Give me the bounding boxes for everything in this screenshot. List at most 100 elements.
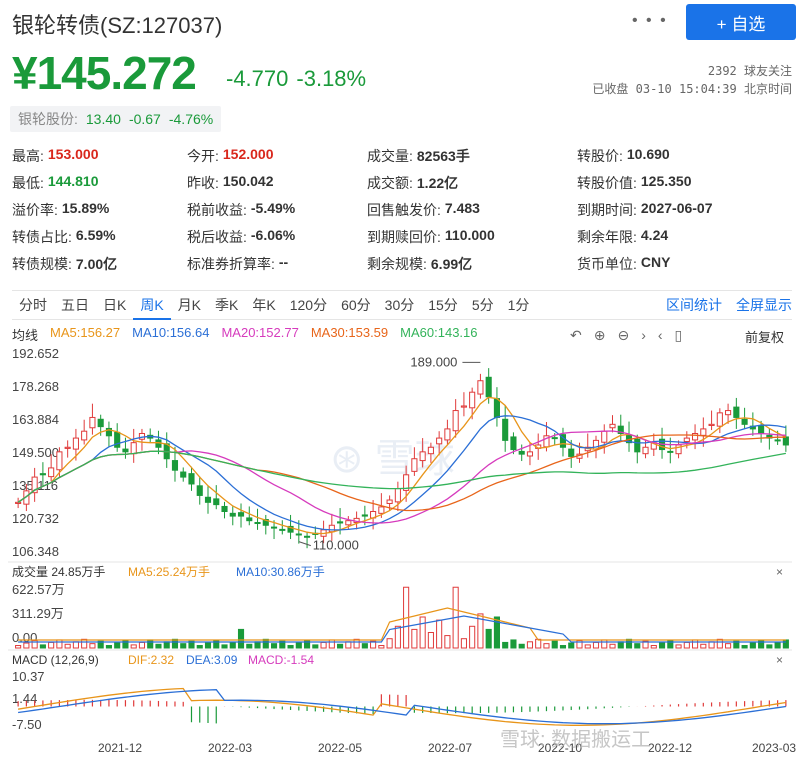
quote-value: 2027-06-07 — [640, 199, 713, 216]
volume-bar — [592, 641, 600, 649]
volume-axis-label: 622.57万 — [12, 582, 65, 597]
volume-bar — [716, 638, 723, 649]
quote-value: 153.000 — [47, 145, 99, 162]
quote-key: 溢价率: — [12, 201, 58, 218]
volume-bar — [782, 639, 789, 649]
add-watchlist-button[interactable]: + 自选 — [686, 4, 796, 40]
volume-bar — [81, 638, 88, 649]
candle-body — [609, 423, 616, 429]
tab-link[interactable]: 区间统计 — [666, 295, 722, 315]
quote-cell: 标准券折算率: -- — [187, 254, 367, 274]
more-icon[interactable]: • • • — [632, 12, 668, 30]
macd-dif: DIF:2.32 — [128, 653, 174, 667]
quote-value: 6.59% — [75, 226, 116, 243]
quote-cell: 最高: 153.000 — [12, 146, 187, 166]
quote-value: 125.350 — [640, 172, 692, 189]
volume-bar — [725, 643, 732, 649]
volume-bar — [419, 616, 426, 649]
volume-bar — [766, 644, 773, 649]
volume-bar — [155, 643, 162, 649]
candle-body — [436, 437, 443, 445]
tab-周K[interactable]: 周K — [133, 291, 171, 320]
quote-key: 成交额: — [367, 174, 413, 191]
candle-body — [452, 410, 459, 432]
tab-1分[interactable]: 1分 — [501, 291, 537, 320]
tab-5分[interactable]: 5分 — [465, 291, 501, 320]
candle-body — [716, 412, 723, 427]
quote-cell: 剩余规模: 6.99亿 — [367, 254, 577, 274]
quote-key: 转股价: — [577, 147, 623, 164]
volume-bar — [254, 641, 261, 649]
quote-value: 1.22亿 — [416, 174, 459, 191]
candle-body — [551, 437, 558, 440]
price-axis-label: 149.500 — [12, 445, 59, 460]
candle-body — [246, 517, 253, 522]
tab-120分[interactable]: 120分 — [283, 291, 334, 320]
candle-body — [89, 416, 96, 429]
time-axis-label: 2023-03 — [752, 741, 796, 755]
tab-分时[interactable]: 分时 — [12, 291, 54, 320]
macd-dea: DEA:3.09 — [186, 653, 238, 667]
quote-key: 税后收益: — [187, 228, 247, 245]
volume-bar — [526, 641, 534, 649]
quote-key: 成交量: — [367, 147, 413, 164]
quote-row: 转债占比: 6.59% 税后收益: -6.06% 到期赎回价: 110.000 剩余年限: 4… — [12, 223, 792, 250]
volume-bar — [683, 641, 690, 649]
tab-30分[interactable]: 30分 — [378, 291, 422, 320]
quote-row: 最低: 144.810 昨收: 150.042 成交额: 1.22亿 转股价值: 125.35… — [12, 169, 792, 196]
candle-body — [411, 458, 418, 472]
quote-value: 152.000 — [222, 145, 274, 162]
volume-bar — [328, 639, 335, 649]
time-axis-label: 2022-03 — [208, 741, 252, 755]
volume-bar — [378, 645, 385, 649]
quote-row: 最高: 153.000 今开: 152.000 成交量: 82563手 转股价: 10.690 — [12, 142, 792, 169]
candle-body — [634, 438, 641, 453]
quote-key: 回售触发价: — [367, 201, 441, 218]
volume-bar — [147, 639, 154, 649]
volume-bar — [436, 619, 443, 649]
volume-bar — [568, 642, 575, 649]
tab-五日[interactable]: 五日 — [54, 291, 96, 320]
candle-body — [254, 522, 261, 525]
quote-cell: 成交额: 1.22亿 — [367, 173, 577, 193]
change-value: -4.770 — [226, 66, 289, 91]
quote-cell: 转股价: 10.690 — [577, 146, 792, 166]
candle-body — [295, 533, 302, 536]
kline-chart[interactable]: ⊛ 雪球192.652178.268163.884149.500135.1161… — [0, 340, 800, 764]
volume-bar — [741, 645, 748, 649]
volume-bar — [295, 642, 302, 649]
volume-bar — [518, 643, 525, 649]
quote-cell: 溢价率: 15.89% — [12, 200, 187, 220]
quote-value: 150.042 — [222, 172, 274, 189]
volume-bar — [700, 643, 707, 649]
volume-bar — [625, 638, 633, 649]
candle-body — [81, 430, 88, 441]
underlying-stock-tag[interactable]: 银轮股份: 13.40 -0.67 -4.76% — [10, 106, 222, 132]
volume-bar — [386, 638, 393, 649]
volume-bar — [204, 642, 212, 649]
volume-bar — [353, 638, 360, 649]
volume-bar — [138, 641, 146, 649]
tab-月K[interactable]: 月K — [171, 291, 208, 320]
candle-body — [337, 521, 344, 524]
time-axis-label: 2022-05 — [318, 741, 362, 755]
volume-bar — [609, 643, 616, 649]
macd-axis-label: 1.44 — [12, 691, 37, 706]
quote-value: -- — [278, 253, 289, 270]
tab-日K[interactable]: 日K — [96, 291, 133, 320]
volume-bar — [39, 644, 46, 649]
tab-link[interactable]: 全屏显示 — [736, 295, 792, 315]
followers-count[interactable]: 2392 球友关注 — [708, 62, 792, 79]
tab-15分[interactable]: 15分 — [421, 291, 465, 320]
quote-key: 最高: — [12, 147, 44, 164]
volume-ma10-line — [18, 615, 786, 643]
volume-bar — [312, 644, 319, 649]
quote-cell: 货币单位: CNY — [577, 254, 792, 274]
candle-body — [122, 448, 129, 453]
volume-bar — [23, 642, 30, 649]
underlying-stock-price: 13.40 — [85, 111, 121, 127]
tab-季K[interactable]: 季K — [208, 291, 245, 320]
close-icon: × — [776, 565, 783, 579]
tab-年K[interactable]: 年K — [245, 291, 282, 320]
tab-60分[interactable]: 60分 — [334, 291, 378, 320]
